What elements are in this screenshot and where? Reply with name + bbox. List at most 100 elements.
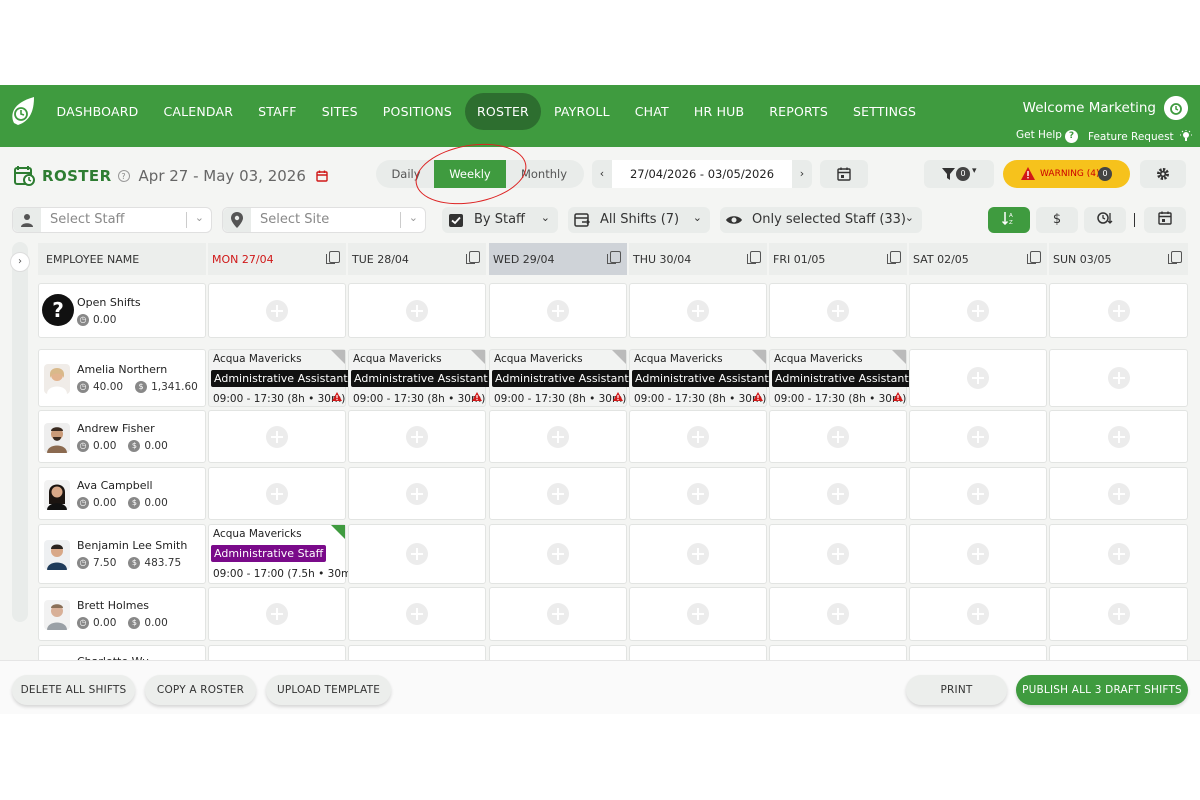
roster-cell[interactable] bbox=[208, 467, 346, 520]
roster-cell[interactable] bbox=[769, 524, 907, 584]
copy-icon[interactable] bbox=[1027, 251, 1041, 264]
add-shift-icon[interactable] bbox=[547, 482, 569, 505]
roster-cell[interactable] bbox=[208, 410, 346, 463]
sort-button[interactable]: AZ bbox=[988, 207, 1030, 233]
add-shift-icon[interactable] bbox=[967, 367, 989, 389]
add-shift-icon[interactable] bbox=[1107, 299, 1130, 322]
upload-template-button[interactable]: UPLOAD TEMPLATE bbox=[266, 675, 391, 705]
copy-icon[interactable] bbox=[466, 251, 480, 264]
add-shift-icon[interactable] bbox=[406, 543, 428, 565]
roster-cell[interactable] bbox=[489, 467, 627, 520]
roster-cell[interactable] bbox=[348, 587, 486, 641]
roster-cell[interactable] bbox=[1049, 467, 1188, 520]
warning-button[interactable]: WARNING (4) 0 bbox=[1003, 160, 1130, 188]
copy-icon[interactable] bbox=[1168, 251, 1182, 264]
add-shift-icon[interactable] bbox=[687, 299, 709, 322]
add-shift-icon[interactable] bbox=[687, 482, 709, 505]
employee-row-amelia-northern[interactable]: Amelia Northern ◷ 40.00 $1,341.60 bbox=[38, 349, 206, 407]
roster-cell[interactable] bbox=[629, 467, 767, 520]
roster-cell[interactable] bbox=[909, 587, 1047, 641]
shift-card[interactable]: Acqua Mavericks Administrative Assistant 0… bbox=[209, 350, 351, 406]
roster-cell[interactable] bbox=[1049, 410, 1188, 463]
prev-week-button[interactable]: ‹ bbox=[592, 160, 612, 188]
nav-calendar[interactable]: CALENDAR bbox=[151, 93, 246, 130]
add-shift-icon[interactable] bbox=[967, 603, 989, 625]
roster-cell[interactable] bbox=[348, 524, 486, 584]
next-week-button[interactable]: › bbox=[792, 160, 812, 188]
roster-cell[interactable] bbox=[909, 410, 1047, 463]
employee-row-open-shifts[interactable]: ? Open Shifts ◷ 0.00 bbox=[38, 283, 206, 338]
roster-cell[interactable] bbox=[489, 524, 627, 584]
view-daily[interactable]: Daily bbox=[376, 160, 436, 188]
roster-cell[interactable] bbox=[348, 410, 486, 463]
employee-row-ava-campbell[interactable]: Ava Campbell ◷ 0.00 $0.00 bbox=[38, 467, 206, 520]
roster-cell[interactable] bbox=[1049, 283, 1188, 338]
calendar-icon[interactable] bbox=[316, 170, 328, 182]
roster-cell[interactable] bbox=[489, 410, 627, 463]
employee-row-benjamin-lee-smith[interactable]: Benjamin Lee Smith ◷ 7.50 $483.75 bbox=[38, 524, 206, 584]
add-shift-icon[interactable] bbox=[266, 425, 288, 448]
settings-button[interactable] bbox=[1140, 160, 1186, 188]
roster-cell[interactable]: Acqua Mavericks Administrative Assistant 0… bbox=[208, 349, 351, 407]
site-select[interactable]: Select Site ⌄ bbox=[222, 207, 426, 233]
roster-cell[interactable] bbox=[1049, 524, 1188, 584]
roster-cell[interactable] bbox=[629, 283, 767, 338]
nav-settings[interactable]: SETTINGS bbox=[841, 93, 929, 130]
roster-cell[interactable]: Acqua Mavericks Administrative Assistant 0… bbox=[348, 349, 491, 407]
copy-icon[interactable] bbox=[887, 251, 901, 264]
roster-cell[interactable]: Acqua Mavericks Administrative Assistant 0… bbox=[629, 349, 772, 407]
add-shift-icon[interactable] bbox=[406, 425, 428, 448]
add-shift-icon[interactable] bbox=[827, 425, 849, 448]
nav-hr-hub[interactable]: HR HUB bbox=[681, 93, 756, 130]
chevron-right-icon[interactable]: › bbox=[10, 252, 30, 272]
add-shift-icon[interactable] bbox=[827, 543, 849, 565]
roster-cell[interactable] bbox=[1049, 349, 1188, 407]
employee-row-brett-holmes[interactable]: Brett Holmes ◷ 0.00 $0.00 bbox=[38, 587, 206, 641]
add-shift-icon[interactable] bbox=[1107, 482, 1130, 505]
calendar-view-button[interactable] bbox=[1144, 207, 1186, 233]
filter-button[interactable]: 0 ▾ bbox=[924, 160, 994, 188]
employee-row-andrew-fisher[interactable]: Andrew Fisher ◷ 0.00 $0.00 bbox=[38, 410, 206, 463]
add-shift-icon[interactable] bbox=[967, 543, 989, 565]
add-shift-icon[interactable] bbox=[1107, 543, 1130, 565]
publish-draft-shifts-button[interactable]: PUBLISH ALL 3 DRAFT SHIFTS bbox=[1016, 675, 1188, 705]
add-shift-icon[interactable] bbox=[827, 603, 849, 625]
roster-cell[interactable] bbox=[208, 283, 346, 338]
add-shift-icon[interactable] bbox=[827, 482, 849, 505]
roster-cell[interactable] bbox=[769, 283, 907, 338]
roster-cell[interactable] bbox=[629, 524, 767, 584]
nav-positions[interactable]: POSITIONS bbox=[370, 93, 464, 130]
shift-card[interactable]: Acqua Mavericks Administrative Assistant 0… bbox=[349, 350, 491, 406]
add-shift-icon[interactable] bbox=[967, 299, 989, 322]
add-shift-icon[interactable] bbox=[266, 482, 288, 505]
add-shift-icon[interactable] bbox=[406, 482, 428, 505]
add-shift-icon[interactable] bbox=[547, 425, 569, 448]
nav-chat[interactable]: CHAT bbox=[622, 93, 681, 130]
roster-cell[interactable]: Acqua Mavericks Administrative Staff 09:00… bbox=[208, 524, 355, 584]
add-shift-icon[interactable] bbox=[967, 482, 989, 505]
roster-cell[interactable] bbox=[769, 410, 907, 463]
hours-sort-button[interactable] bbox=[1084, 207, 1126, 233]
roster-cell[interactable]: Acqua Mavericks Administrative Assistant 0… bbox=[489, 349, 632, 407]
nav-staff[interactable]: STAFF bbox=[246, 93, 310, 130]
date-range-input[interactable]: 27/04/2026 - 03/05/2026 bbox=[612, 160, 792, 188]
visibility-select[interactable]: Only selected Staff (33) ⌄ bbox=[720, 207, 922, 233]
roster-cell[interactable] bbox=[909, 349, 1047, 407]
add-shift-icon[interactable] bbox=[827, 299, 849, 322]
get-help-link[interactable]: Get Help? bbox=[1016, 129, 1078, 143]
group-by-select[interactable]: By Staff ⌄ bbox=[442, 207, 558, 233]
nav-dashboard[interactable]: DASHBOARD bbox=[44, 93, 151, 130]
add-shift-icon[interactable] bbox=[406, 603, 428, 625]
nav-roster[interactable]: ROSTER bbox=[464, 93, 542, 130]
shift-filter-select[interactable]: All Shifts (7) ⌄ bbox=[568, 207, 710, 233]
copy-roster-button[interactable]: COPY A ROSTER bbox=[145, 675, 256, 705]
cost-toggle-button[interactable]: $ bbox=[1036, 207, 1078, 233]
add-shift-icon[interactable] bbox=[406, 299, 428, 322]
feature-request-link[interactable]: Feature Request bbox=[1088, 129, 1192, 143]
roster-cell[interactable] bbox=[769, 587, 907, 641]
add-shift-icon[interactable] bbox=[687, 543, 709, 565]
app-logo-icon[interactable] bbox=[8, 93, 38, 129]
shift-card[interactable]: Acqua Mavericks Administrative Assistant 0… bbox=[770, 350, 912, 406]
print-button[interactable]: PRINT bbox=[906, 675, 1007, 705]
add-shift-icon[interactable] bbox=[1107, 603, 1130, 625]
